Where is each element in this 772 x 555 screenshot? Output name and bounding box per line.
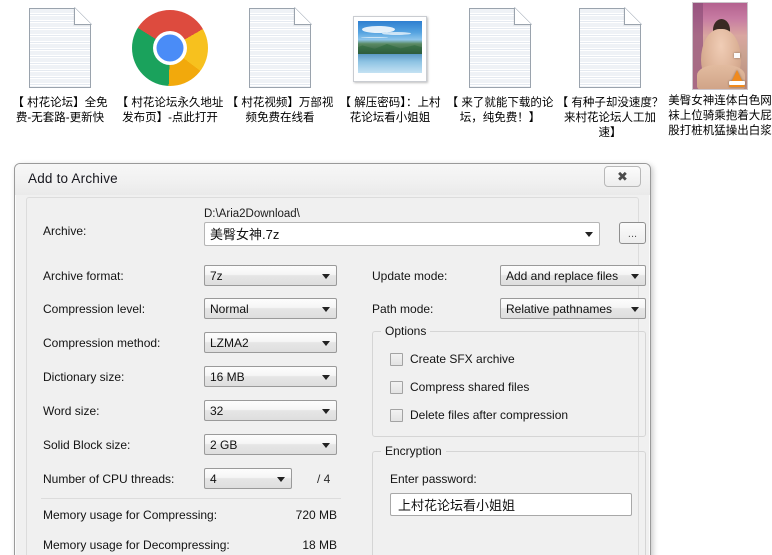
dialog-titlebar[interactable]: Add to Archive ✖ (15, 164, 650, 195)
memory-compressing-value: 720 MB (237, 508, 337, 522)
chevron-down-icon (322, 274, 330, 279)
dialog-title: Add to Archive (28, 171, 118, 186)
word-size-value: 32 (210, 404, 223, 418)
chevron-down-icon (631, 307, 639, 312)
path-mode-label: Path mode: (372, 302, 433, 316)
chrome-icon (116, 4, 224, 96)
image-thumbnail-icon (336, 4, 444, 96)
delete-files-after-compression-checkbox[interactable]: Delete files after compression (390, 408, 568, 422)
encryption-group-title: Encryption (381, 444, 446, 458)
desktop: 【 村花论坛】全免费-无套路-更新快 【 村花论坛永久地址发布页】-点此打开 【… (0, 0, 772, 175)
chevron-down-icon (322, 443, 330, 448)
desktop-icon-label: 【 来了就能下载的论坛，纯免费！】 (446, 96, 554, 126)
cpu-threads-label: Number of CPU threads: (43, 472, 174, 486)
desktop-icon-label: 【 村花论坛】全免费-无套路-更新快 (6, 96, 114, 126)
cpu-threads-value: 4 (210, 472, 217, 486)
vlc-cone-icon (729, 70, 745, 87)
memory-decompressing-value: 18 MB (237, 538, 337, 552)
archive-name-combobox[interactable]: 美臀女神.7z (204, 222, 600, 246)
update-mode-combobox[interactable]: Add and replace files (500, 265, 646, 286)
text-file-icon (6, 4, 114, 96)
compression-method-label: Compression method: (43, 336, 160, 350)
compression-method-combobox[interactable]: LZMA2 (204, 332, 337, 353)
archive-name-value: 美臀女神.7z (210, 227, 279, 242)
encryption-group: Encryption Enter password: 上村花论坛看小姐姐 (372, 451, 646, 555)
browse-button[interactable]: ... (619, 222, 646, 244)
compression-level-value: Normal (210, 302, 249, 316)
memory-decompressing-label: Memory usage for Decompressing: (43, 538, 230, 552)
text-file-icon (446, 4, 554, 96)
enter-password-label: Enter password: (390, 472, 477, 486)
divider (41, 498, 341, 499)
password-input[interactable]: 上村花论坛看小姐姐 (390, 493, 632, 516)
create-sfx-archive-label: Create SFX archive (410, 352, 515, 366)
desktop-icon-text-file-4[interactable]: 【 有种子却没速度？来村花论坛人工加速】 (556, 4, 664, 141)
compress-shared-files-label: Compress shared files (410, 380, 529, 394)
checkbox-box (390, 353, 403, 366)
dictionary-size-value: 16 MB (210, 370, 245, 384)
video-thumbnail-icon (666, 2, 772, 94)
archive-path-text: D:\Aria2Download\ (204, 208, 300, 220)
solid-block-size-combobox[interactable]: 2 GB (204, 434, 337, 455)
checkbox-box (390, 381, 403, 394)
archive-label: Archive: (43, 224, 86, 238)
solid-block-size-label: Solid Block size: (43, 438, 130, 452)
options-group: Options Create SFX archive Compress shar… (372, 331, 646, 437)
path-mode-combobox[interactable]: Relative pathnames (500, 298, 646, 319)
chevron-down-icon (322, 341, 330, 346)
create-sfx-archive-checkbox[interactable]: Create SFX archive (390, 352, 515, 366)
chevron-down-icon (322, 307, 330, 312)
dialog-panel: Archive: D:\Aria2Download\ 美臀女神.7z ... A… (26, 197, 639, 555)
dictionary-size-label: Dictionary size: (43, 370, 124, 384)
word-size-label: Word size: (43, 404, 99, 418)
desktop-icon-image-file[interactable]: 【 解压密码】：上村花论坛看小姐姐 (336, 4, 444, 126)
update-mode-label: Update mode: (372, 269, 447, 283)
memory-compressing-label: Memory usage for Compressing: (43, 508, 217, 522)
desktop-icon-video-file[interactable]: 美臀女神连体白色网袜上位骑乘抱着大屁股打桩机猛操出白浆 (666, 2, 772, 139)
archive-format-value: 7z (210, 269, 223, 283)
compression-method-value: LZMA2 (210, 336, 249, 350)
cpu-threads-total: / 4 (317, 472, 330, 486)
path-mode-value: Relative pathnames (506, 302, 612, 316)
desktop-icon-chrome-shortcut[interactable]: 【 村花论坛永久地址发布页】-点此打开 (116, 4, 224, 126)
text-file-icon (226, 4, 334, 96)
desktop-icon-label: 【 解压密码】：上村花论坛看小姐姐 (336, 96, 444, 126)
delete-files-after-compression-label: Delete files after compression (410, 408, 568, 422)
desktop-icon-label: 美臀女神连体白色网袜上位骑乘抱着大屁股打桩机猛操出白浆 (666, 94, 772, 139)
screen: 【 村花论坛】全免费-无套路-更新快 【 村花论坛永久地址发布页】-点此打开 【… (0, 0, 772, 555)
options-group-title: Options (381, 324, 430, 338)
word-size-combobox[interactable]: 32 (204, 400, 337, 421)
chevron-down-icon (322, 375, 330, 380)
archive-format-combobox[interactable]: 7z (204, 265, 337, 286)
compression-level-combobox[interactable]: Normal (204, 298, 337, 319)
chevron-down-icon (631, 274, 639, 279)
compress-shared-files-checkbox[interactable]: Compress shared files (390, 380, 529, 394)
desktop-icon-label: 【 村花视频】万部视频免费在线看 (226, 96, 334, 126)
cpu-threads-combobox[interactable]: 4 (204, 468, 292, 489)
desktop-icon-label: 【 有种子却没速度？来村花论坛人工加速】 (556, 96, 664, 141)
add-to-archive-dialog: Add to Archive ✖ Archive: D:\Aria2Downlo… (14, 163, 651, 555)
text-file-icon (556, 4, 664, 96)
update-mode-value: Add and replace files (506, 269, 618, 283)
compression-level-label: Compression level: (43, 302, 145, 316)
chevron-down-icon (277, 477, 285, 482)
desktop-icon-label: 【 村花论坛永久地址发布页】-点此打开 (116, 96, 224, 126)
dictionary-size-combobox[interactable]: 16 MB (204, 366, 337, 387)
checkbox-box (390, 409, 403, 422)
close-icon[interactable]: ✖ (604, 166, 641, 187)
chevron-down-icon (322, 409, 330, 414)
solid-block-size-value: 2 GB (210, 438, 237, 452)
desktop-icon-text-file-3[interactable]: 【 来了就能下载的论坛，纯免费！】 (446, 4, 554, 126)
desktop-icon-text-file-1[interactable]: 【 村花论坛】全免费-无套路-更新快 (6, 4, 114, 126)
chevron-down-icon (585, 232, 593, 237)
desktop-icon-text-file-2[interactable]: 【 村花视频】万部视频免费在线看 (226, 4, 334, 126)
archive-format-label: Archive format: (43, 269, 124, 283)
